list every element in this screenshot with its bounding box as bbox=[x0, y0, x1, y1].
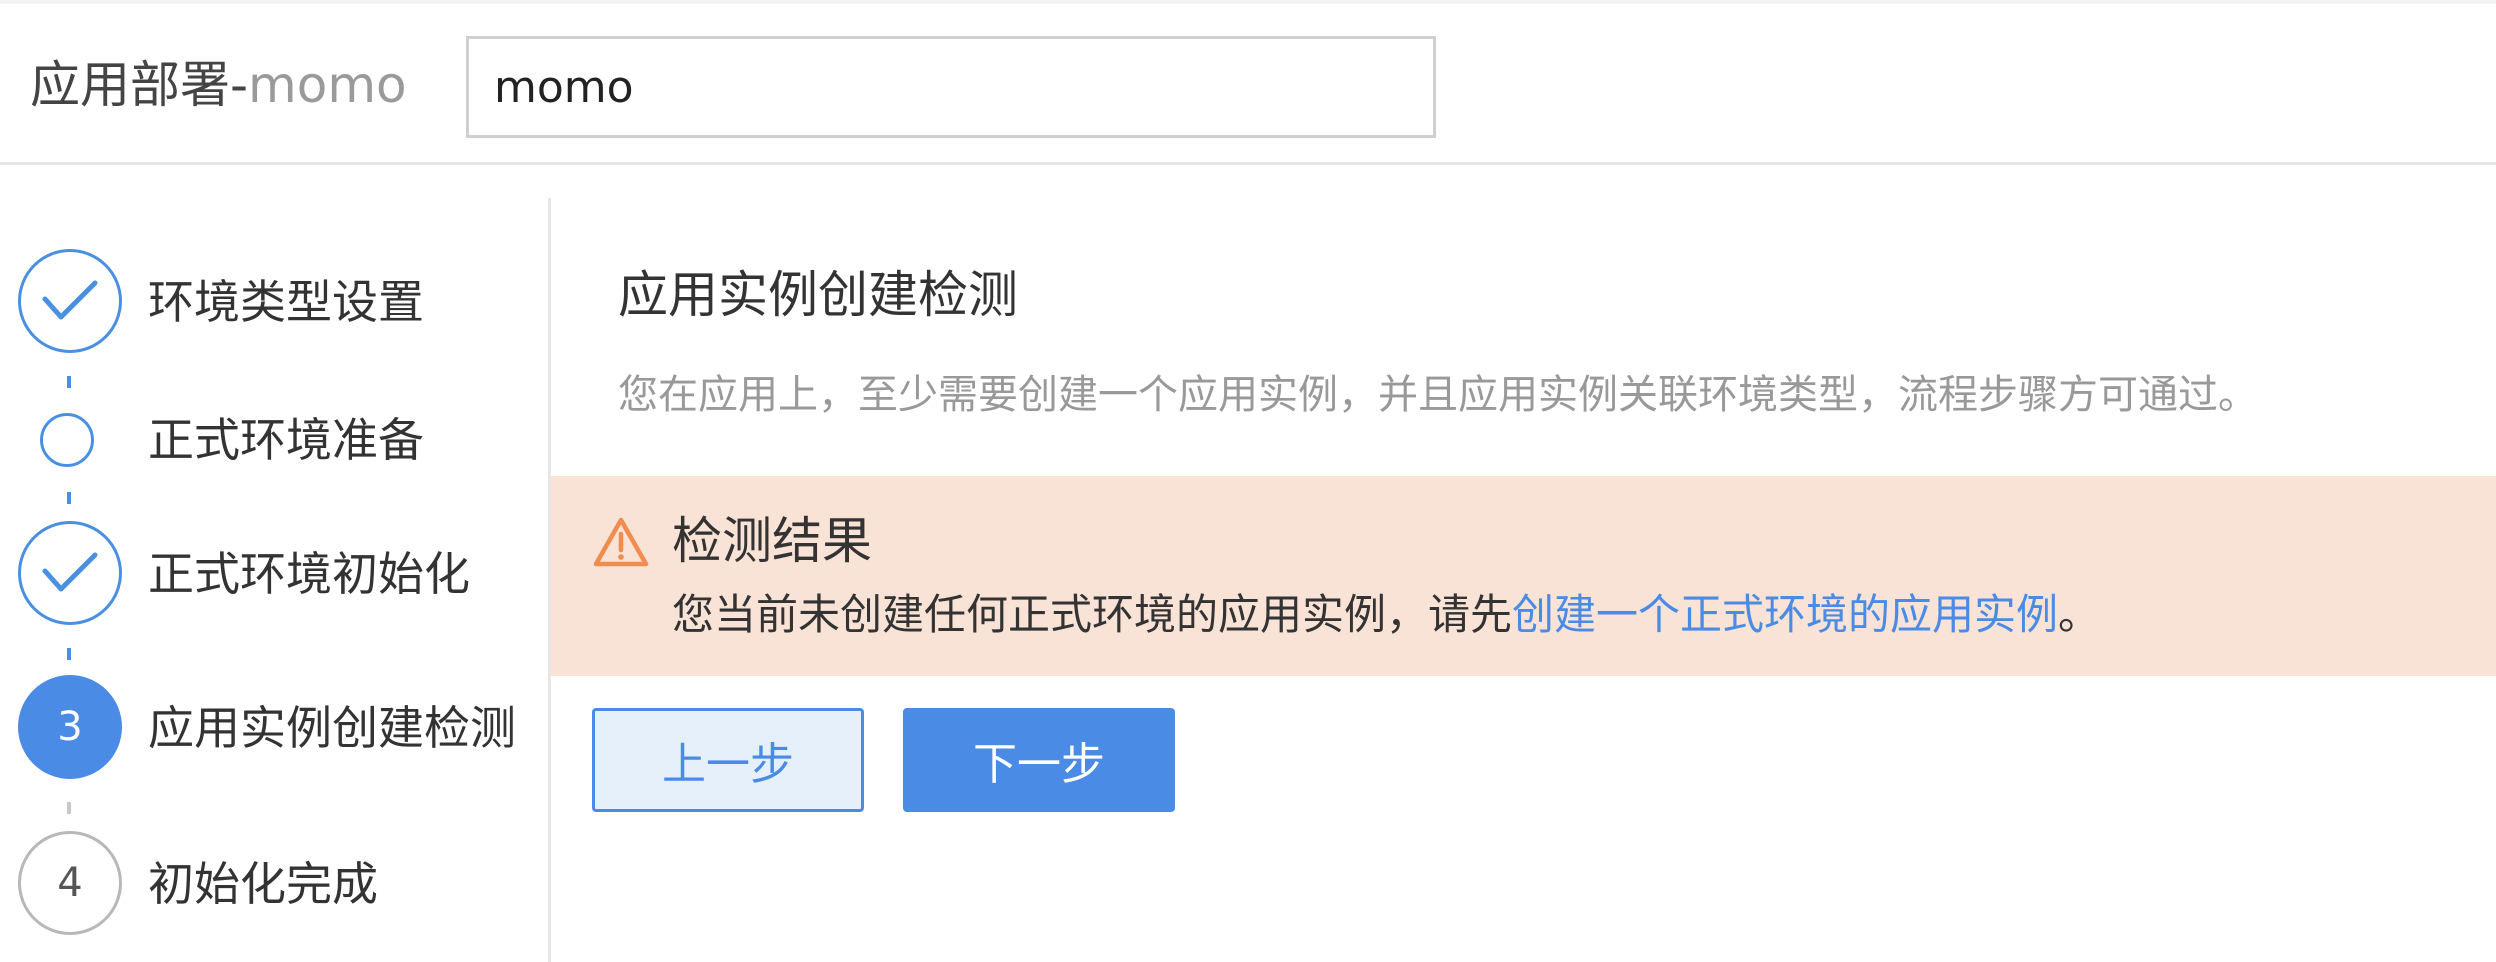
warning-icon bbox=[593, 517, 649, 567]
app-name-input[interactable] bbox=[466, 36, 1436, 138]
step-prod-env-prepare[interactable]: 正式环境准备 bbox=[0, 386, 540, 496]
step-init-complete[interactable]: 4 初始化完成 bbox=[0, 828, 540, 938]
page-header: 应用部署-momo bbox=[0, 4, 2496, 165]
step-pending-circle bbox=[40, 413, 94, 467]
section-title: 应用实例创建检测 bbox=[618, 266, 1018, 324]
previous-step-button[interactable]: 上一步 bbox=[592, 708, 864, 812]
step-done-circle bbox=[18, 249, 122, 353]
checkmark-icon bbox=[42, 280, 98, 320]
app-deploy-page: 应用部署-momo 环境类型设置 正式环境准备 bbox=[0, 0, 2496, 962]
checkmark-icon bbox=[42, 552, 98, 592]
step-connector bbox=[67, 648, 71, 660]
step-label: 初始化完成 bbox=[148, 857, 378, 911]
section-description: 您在应用上，至少需要创建一个应用实例，并且应用实例关联环境类型，流程步骤方可通过… bbox=[618, 372, 2258, 418]
step-done-circle bbox=[18, 521, 122, 625]
detection-result-alert bbox=[551, 476, 2496, 676]
alert-message-prefix: 您当前未创建任何正式环境的应用实例，请先 bbox=[672, 590, 1513, 639]
step-connector bbox=[67, 492, 71, 504]
page-title-prefix: 应用部署- bbox=[30, 56, 249, 114]
create-prod-instance-link[interactable]: 创建一个正式环境的应用实例 bbox=[1512, 590, 2058, 639]
step-label: 环境类型设置 bbox=[148, 275, 424, 329]
step-label: 应用实例创建检测 bbox=[148, 701, 516, 755]
step-label: 正式环境初始化 bbox=[148, 547, 470, 601]
next-step-button[interactable]: 下一步 bbox=[903, 708, 1175, 812]
step-app-instance-check[interactable]: 3 应用实例创建检测 bbox=[0, 672, 540, 782]
step-environment-type[interactable]: 环境类型设置 bbox=[0, 246, 540, 356]
alert-message: 您当前未创建任何正式环境的应用实例，请先创建一个正式环境的应用实例。 bbox=[672, 584, 2100, 646]
step-label: 正式环境准备 bbox=[148, 413, 424, 467]
step-connector bbox=[67, 802, 71, 814]
step-todo-circle: 4 bbox=[18, 831, 122, 935]
page-title-app-name: momo bbox=[248, 56, 407, 114]
step-active-circle: 3 bbox=[18, 675, 122, 779]
alert-message-suffix: 。 bbox=[2058, 590, 2101, 639]
page-title: 应用部署-momo bbox=[30, 50, 407, 120]
step-prod-env-init[interactable]: 正式环境初始化 bbox=[0, 518, 540, 628]
alert-title: 检测结果 bbox=[672, 512, 872, 570]
